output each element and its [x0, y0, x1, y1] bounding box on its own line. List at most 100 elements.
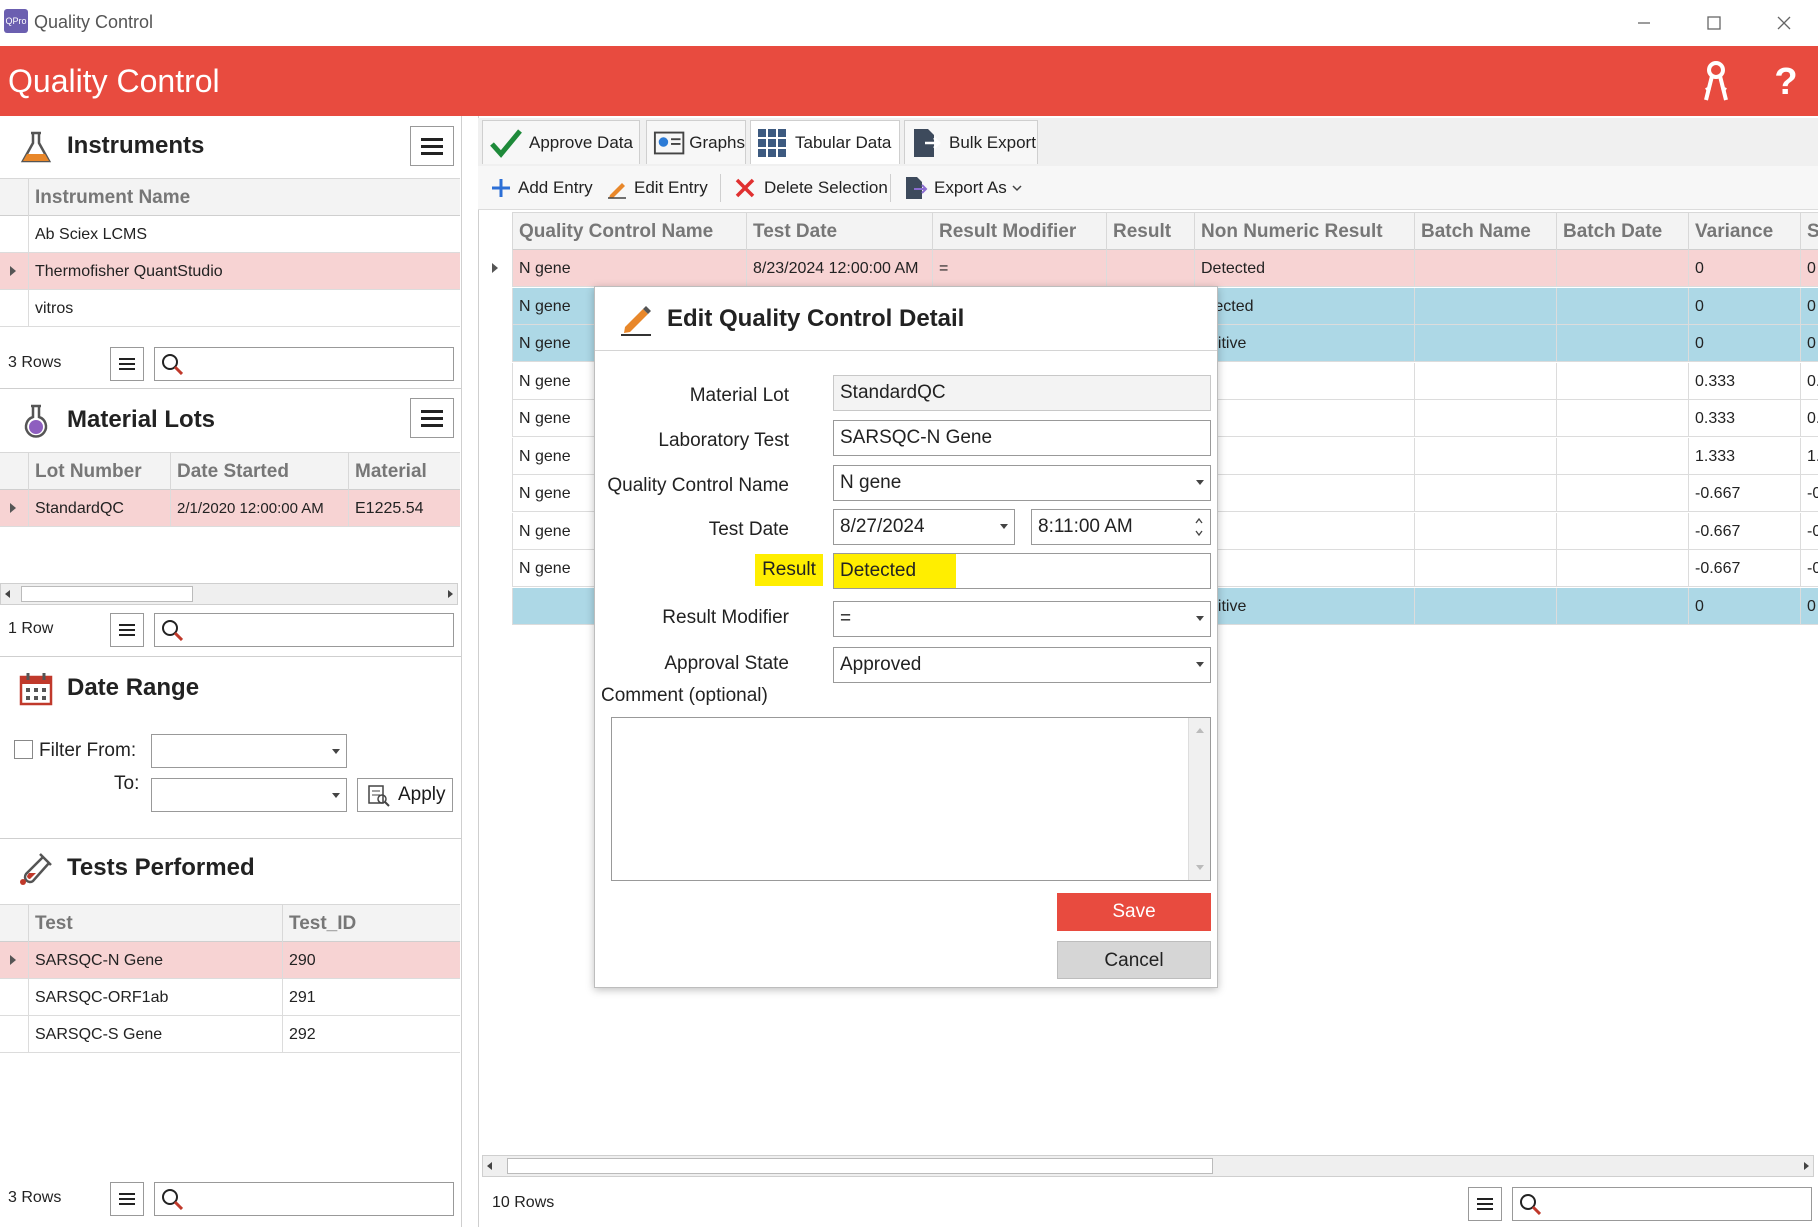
laboratory-test-field[interactable]: SARSQC-N Gene — [833, 420, 1211, 456]
cell-variance: -0.667 — [1688, 475, 1800, 512]
beaker-icon — [24, 404, 48, 438]
instruments-search-input[interactable] — [154, 347, 454, 381]
search-icon — [162, 354, 183, 375]
toolbar-divider — [890, 174, 891, 202]
search-icon — [162, 620, 183, 641]
comment-textarea[interactable] — [611, 717, 1211, 881]
maximize-button[interactable] — [1684, 6, 1744, 40]
test-time-value: 8:11:00 AM — [1038, 516, 1133, 537]
cell-date: 8/23/2024 12:00:00 AM — [746, 250, 932, 287]
table-row[interactable]: SARSQC-S Gene 292 — [0, 1016, 460, 1053]
divider — [0, 656, 462, 657]
instruments-footer: 3 Rows — [0, 340, 462, 388]
table-row[interactable]: StandardQC 2/1/2020 12:00:00 AM E1225.54 — [0, 490, 460, 527]
cell-test: SARSQC-ORF1ab — [28, 979, 282, 1016]
tab-strip: Approve Data Graphs Tabular Data Bulk Ex… — [478, 118, 1818, 166]
filter-to-date-input[interactable] — [151, 778, 347, 812]
tab-bulk-export[interactable]: Bulk Export — [904, 120, 1038, 164]
tab-graphs[interactable]: Graphs — [646, 120, 746, 164]
comment-scrollbar[interactable] — [1188, 718, 1210, 880]
cell-variance: 0 — [1688, 287, 1800, 325]
cell-st: 1. — [1800, 437, 1818, 475]
column-header-result-modifier[interactable]: Result Modifier — [932, 213, 1106, 251]
column-header-instrument-name[interactable]: Instrument Name — [28, 179, 460, 217]
main-hscrollbar[interactable] — [482, 1155, 1814, 1177]
table-row[interactable]: Thermofisher QuantStudio — [0, 253, 460, 290]
column-header-test-id[interactable]: Test_ID — [282, 905, 460, 943]
table-row[interactable]: SARSQC-N Gene 290 — [0, 942, 460, 979]
tests-search-input[interactable] — [154, 1182, 454, 1216]
cell-instrument-name: Ab Sciex LCMS — [28, 216, 460, 253]
save-button[interactable]: Save — [1057, 893, 1211, 931]
scroll-thumb[interactable] — [21, 586, 193, 602]
filter-from-date-input[interactable] — [151, 734, 347, 768]
instruments-menu-button[interactable] — [410, 126, 454, 166]
minimize-button[interactable] — [1614, 6, 1674, 40]
instruments-footer-menu-button[interactable] — [110, 347, 144, 381]
column-header-variance[interactable]: Variance — [1688, 213, 1800, 251]
spin-updown-icon[interactable] — [1194, 514, 1204, 540]
filter-from-checkbox[interactable] — [14, 740, 33, 759]
table-row[interactable]: N gene 8/23/2024 12:00:00 AM = Detected 0 0 — [512, 250, 1818, 287]
table-row[interactable]: Ab Sciex LCMS — [0, 216, 460, 253]
cell-bdate — [1556, 400, 1688, 437]
column-header-test[interactable]: Test — [28, 905, 282, 943]
search-icon — [162, 1189, 183, 1210]
column-header-test-date[interactable]: Test Date — [746, 213, 932, 251]
column-header-lot-number[interactable]: Lot Number — [28, 453, 170, 491]
test-date-picker[interactable]: 8/27/2024 — [833, 509, 1015, 545]
material-lot-field[interactable]: StandardQC — [833, 375, 1211, 411]
material-lots-footer-menu-button[interactable] — [110, 613, 144, 647]
scroll-up-icon[interactable] — [1195, 726, 1205, 734]
edit-entry-button[interactable]: Edit Entry — [606, 172, 708, 204]
test-time-stepper[interactable]: 8:11:00 AM — [1031, 509, 1211, 545]
tab-tabular-data[interactable]: Tabular Data — [750, 120, 900, 164]
cell-bname — [1414, 287, 1556, 325]
tests-footer-menu-button[interactable] — [110, 1182, 144, 1216]
column-header-result[interactable]: Result — [1106, 213, 1194, 251]
scroll-right-icon[interactable] — [448, 590, 453, 598]
cell-variance: 0 — [1688, 250, 1800, 287]
cell-nnr — [1194, 400, 1414, 437]
approval-state-select[interactable]: Approved — [833, 647, 1211, 683]
keys-icon[interactable] — [1694, 60, 1738, 104]
column-header-date-started[interactable]: Date Started — [170, 453, 348, 491]
main-search-input[interactable] — [1512, 1187, 1812, 1221]
chevron-down-icon — [1196, 662, 1204, 667]
scroll-left-icon[interactable] — [487, 1162, 492, 1170]
material-lots-menu-button[interactable] — [410, 398, 454, 438]
scroll-right-icon[interactable] — [1804, 1162, 1809, 1170]
material-lots-search-input[interactable] — [154, 613, 454, 647]
tab-approve-data[interactable]: Approve Data — [482, 120, 640, 164]
cell-instrument-name: Thermofisher QuantStudio — [28, 253, 460, 290]
export-as-button[interactable]: Export As — [904, 172, 1023, 204]
delete-selection-button[interactable]: Delete Selection — [734, 172, 888, 204]
scroll-down-icon[interactable] — [1195, 864, 1205, 872]
table-row[interactable]: vitros — [0, 290, 460, 327]
help-icon[interactable]: ? — [1764, 60, 1808, 104]
column-header-batch-name[interactable]: Batch Name — [1414, 213, 1556, 251]
column-header-non-numeric-result[interactable]: Non Numeric Result — [1194, 213, 1414, 251]
cell-nnr: etected — [1194, 287, 1414, 325]
app-header: Quality Control ? — [0, 46, 1818, 116]
main-footer-menu-button[interactable] — [1468, 1187, 1502, 1221]
scroll-thumb[interactable] — [507, 1158, 1213, 1174]
cancel-button[interactable]: Cancel — [1057, 941, 1211, 979]
column-header-batch-date[interactable]: Batch Date — [1556, 213, 1688, 251]
qc-name-select[interactable]: N gene — [833, 465, 1211, 501]
column-header-material[interactable]: Material — [348, 453, 460, 491]
export-file-icon — [906, 177, 928, 199]
column-header-st[interactable]: St — [1800, 213, 1818, 251]
scroll-left-icon[interactable] — [5, 590, 10, 598]
apply-button[interactable]: Apply — [357, 778, 453, 812]
result-label: Result — [755, 554, 823, 586]
close-button[interactable] — [1754, 6, 1814, 40]
result-field[interactable]: Detected — [833, 553, 1211, 589]
column-header-qc-name[interactable]: Quality Control Name — [512, 213, 746, 251]
result-modifier-select[interactable]: = — [833, 601, 1211, 637]
add-entry-button[interactable]: Add Entry — [490, 172, 593, 204]
cell-st: -0 — [1800, 550, 1818, 587]
table-row[interactable]: SARSQC-ORF1ab 291 — [0, 979, 460, 1016]
cell-test: SARSQC-S Gene — [28, 1016, 282, 1053]
material-lots-hscrollbar[interactable] — [0, 583, 458, 605]
